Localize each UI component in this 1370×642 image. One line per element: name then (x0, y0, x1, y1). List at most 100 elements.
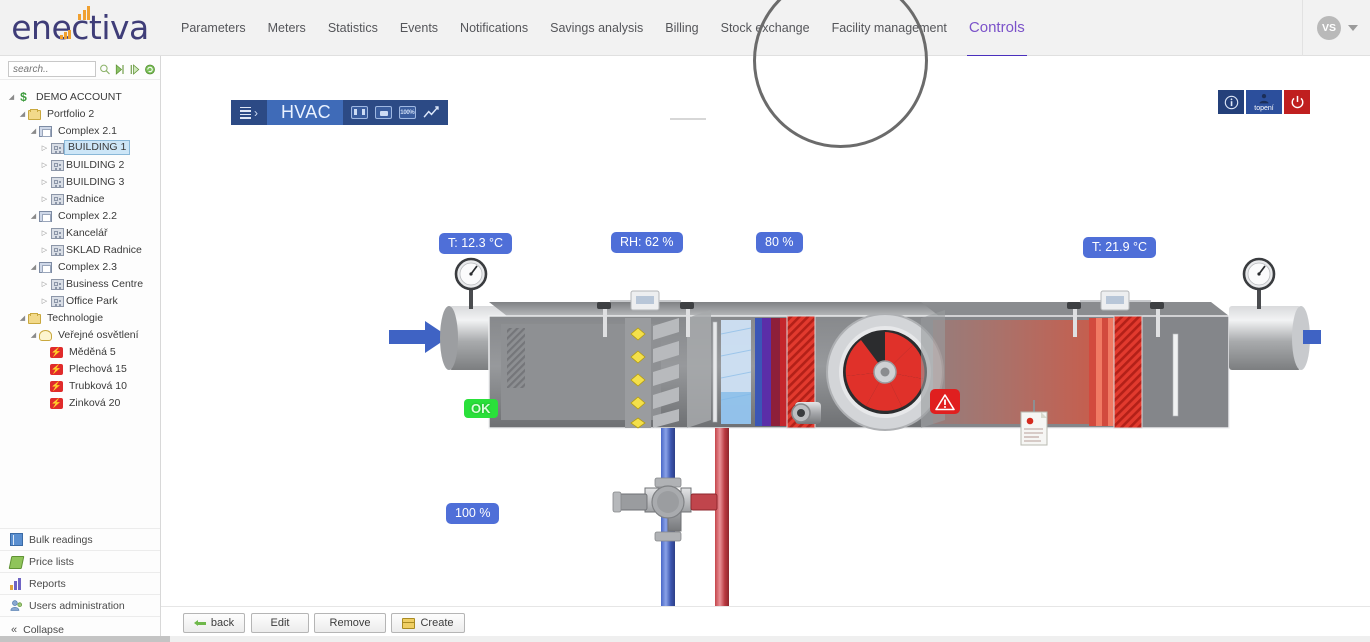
tree-expand-arrow-icon[interactable]: ▷ (39, 144, 50, 152)
sidebar-item-label: Users administration (29, 600, 125, 612)
expand-all-icon[interactable] (114, 63, 126, 76)
tree-item[interactable]: ▷BUILDING 1 (6, 139, 160, 156)
search-input[interactable] (8, 61, 96, 77)
tree-expand-arrow-icon[interactable]: ▷ (39, 178, 50, 186)
tree-item[interactable]: ◢Complex 2.1 (6, 122, 160, 139)
building-icon (51, 143, 64, 154)
inlet-pressure-gauge (456, 259, 486, 309)
sidebar-item-bulk-readings[interactable]: Bulk readings (0, 528, 160, 550)
nav-item-stock-exchange[interactable]: Stock exchange (710, 0, 821, 56)
sidebar-item-users-administration[interactable]: Users administration (0, 594, 160, 616)
nav-item-controls[interactable]: Controls (958, 0, 1036, 56)
tree-collapse-arrow-icon[interactable]: ◢ (28, 263, 39, 271)
heating-mode-button[interactable]: topení (1246, 90, 1282, 114)
nav-item-savings-analysis[interactable]: Savings analysis (539, 0, 654, 56)
tree-item[interactable]: ⚡Měděná 5 (6, 343, 160, 360)
badge-fan-speed[interactable]: 80 % (756, 232, 803, 253)
tree-item[interactable]: ⚡Trubková 10 (6, 377, 160, 394)
tree-collapse-arrow-icon[interactable]: ◢ (28, 212, 39, 220)
tree-item-label: Business Centre (64, 278, 145, 290)
tree-item[interactable]: ◢$DEMO ACCOUNT (6, 88, 160, 105)
zoom-100-icon[interactable]: 100% (399, 106, 416, 119)
tree-item[interactable]: ▷BUILDING 2 (6, 156, 160, 173)
person-icon (1258, 93, 1270, 104)
tree-collapse-arrow-icon[interactable]: ◢ (28, 127, 39, 135)
sidebar-item-reports[interactable]: Reports (0, 572, 160, 594)
tree-collapse-arrow-icon[interactable]: ◢ (17, 110, 28, 118)
info-button[interactable] (1218, 90, 1244, 114)
back-arrow-icon (194, 620, 206, 627)
trend-chart-icon[interactable] (423, 106, 440, 119)
building-icon (51, 245, 64, 256)
tree-item[interactable]: ▷Kancelář (6, 224, 160, 241)
tree-item[interactable]: ◢ Veřejné osvětlení (6, 326, 160, 343)
remove-button-label: Remove (330, 617, 371, 629)
horizontal-scrollbar[interactable] (0, 636, 1370, 642)
warning-triangle-icon (935, 393, 955, 411)
price-tag-icon (9, 556, 25, 569)
tree-expand-arrow-icon[interactable]: ▷ (39, 229, 50, 237)
badge-relative-humidity[interactable]: RH: 62 % (611, 232, 683, 253)
tree-item[interactable]: ▷ SKLAD Radnice (6, 241, 160, 258)
users-icon (10, 599, 23, 612)
collapse-all-icon[interactable] (129, 63, 141, 76)
create-button[interactable]: Create (391, 613, 465, 633)
nav-item-meters[interactable]: Meters (257, 0, 317, 56)
badge-outlet-temperature[interactable]: T: 21.9 °C (1083, 237, 1156, 258)
tree-expand-arrow-icon[interactable]: ▷ (39, 246, 50, 254)
tree-item[interactable]: ▷Office Park (6, 292, 160, 309)
badge-inlet-temperature[interactable]: T: 12.3 °C (439, 233, 512, 254)
app-root: enectiva ParametersMetersStatisticsEvent… (0, 0, 1370, 642)
tree-expand-arrow-icon[interactable]: ▷ (39, 280, 50, 288)
tree-collapse-arrow-icon[interactable]: ◢ (6, 93, 17, 101)
logo-bars-icon (78, 6, 90, 20)
navigation-tree: ◢$DEMO ACCOUNT◢Portfolio 2◢Complex 2.1▷B… (0, 80, 160, 411)
badge-heater-alarm[interactable] (930, 389, 960, 414)
tree-item[interactable]: ⚡Plechová 15 (6, 360, 160, 377)
sidebar: ◢$DEMO ACCOUNT◢Portfolio 2◢Complex 2.1▷B… (0, 56, 161, 642)
tree-item[interactable]: ◢Complex 2.2 (6, 207, 160, 224)
widget-title: HVAC (267, 100, 343, 125)
power-button[interactable] (1284, 90, 1310, 114)
zoom-region-icon[interactable] (375, 106, 392, 119)
tree-item-label: SKLAD Radnice (64, 244, 144, 256)
building-icon (51, 160, 64, 171)
tree-collapse-arrow-icon[interactable]: ◢ (17, 314, 28, 322)
tree-expand-arrow-icon[interactable]: ▷ (39, 161, 50, 169)
badge-filter-status-ok[interactable]: OK (464, 399, 498, 418)
tree-item[interactable]: ⚡Zinková 20 (6, 394, 160, 411)
search-icon[interactable] (99, 63, 111, 76)
tree-expand-arrow-icon[interactable]: ▷ (39, 297, 50, 305)
tree-item[interactable]: ◢Portfolio 2 (6, 105, 160, 122)
refresh-icon[interactable] (144, 63, 156, 76)
tree-item-label: Veřejné osvětlení (56, 329, 141, 341)
electric-icon: ⚡ (50, 347, 63, 358)
nav-item-parameters[interactable]: Parameters (170, 0, 257, 56)
back-button[interactable]: back (183, 613, 245, 633)
edit-button[interactable]: Edit (251, 613, 309, 633)
avatar[interactable]: VS (1317, 16, 1341, 40)
fit-screen-icon[interactable] (351, 106, 368, 119)
brand-logo[interactable]: enectiva (0, 0, 160, 56)
tree-collapse-arrow-icon[interactable]: ◢ (28, 331, 39, 339)
chevron-down-icon[interactable] (1348, 25, 1358, 31)
scrollbar-thumb[interactable] (0, 636, 170, 642)
badge-valve-position[interactable]: 100 % (446, 503, 499, 524)
nav-item-notifications[interactable]: Notifications (449, 0, 539, 56)
tree-item[interactable]: ▷Radnice (6, 190, 160, 207)
nav-item-billing[interactable]: Billing (654, 0, 709, 56)
sidebar-item-price-lists[interactable]: Price lists (0, 550, 160, 572)
nav-item-facility-management[interactable]: Facility management (821, 0, 958, 56)
tree-item[interactable]: ▷ Business Centre (6, 275, 160, 292)
nav-item-statistics[interactable]: Statistics (317, 0, 389, 56)
user-menu[interactable]: VS (1302, 0, 1358, 56)
heating-coil-secondary (1089, 316, 1142, 428)
tree-item[interactable]: ◢Technologie (6, 309, 160, 326)
tree-expand-arrow-icon[interactable]: ▷ (39, 195, 50, 203)
remove-button[interactable]: Remove (314, 613, 386, 633)
tree-item-label: BUILDING 3 (64, 176, 126, 188)
widget-menu-toggle[interactable]: › (231, 100, 267, 125)
tree-item[interactable]: ▷ BUILDING 3 (6, 173, 160, 190)
tree-item[interactable]: ◢Complex 2.3 (6, 258, 160, 275)
nav-item-events[interactable]: Events (389, 0, 449, 56)
